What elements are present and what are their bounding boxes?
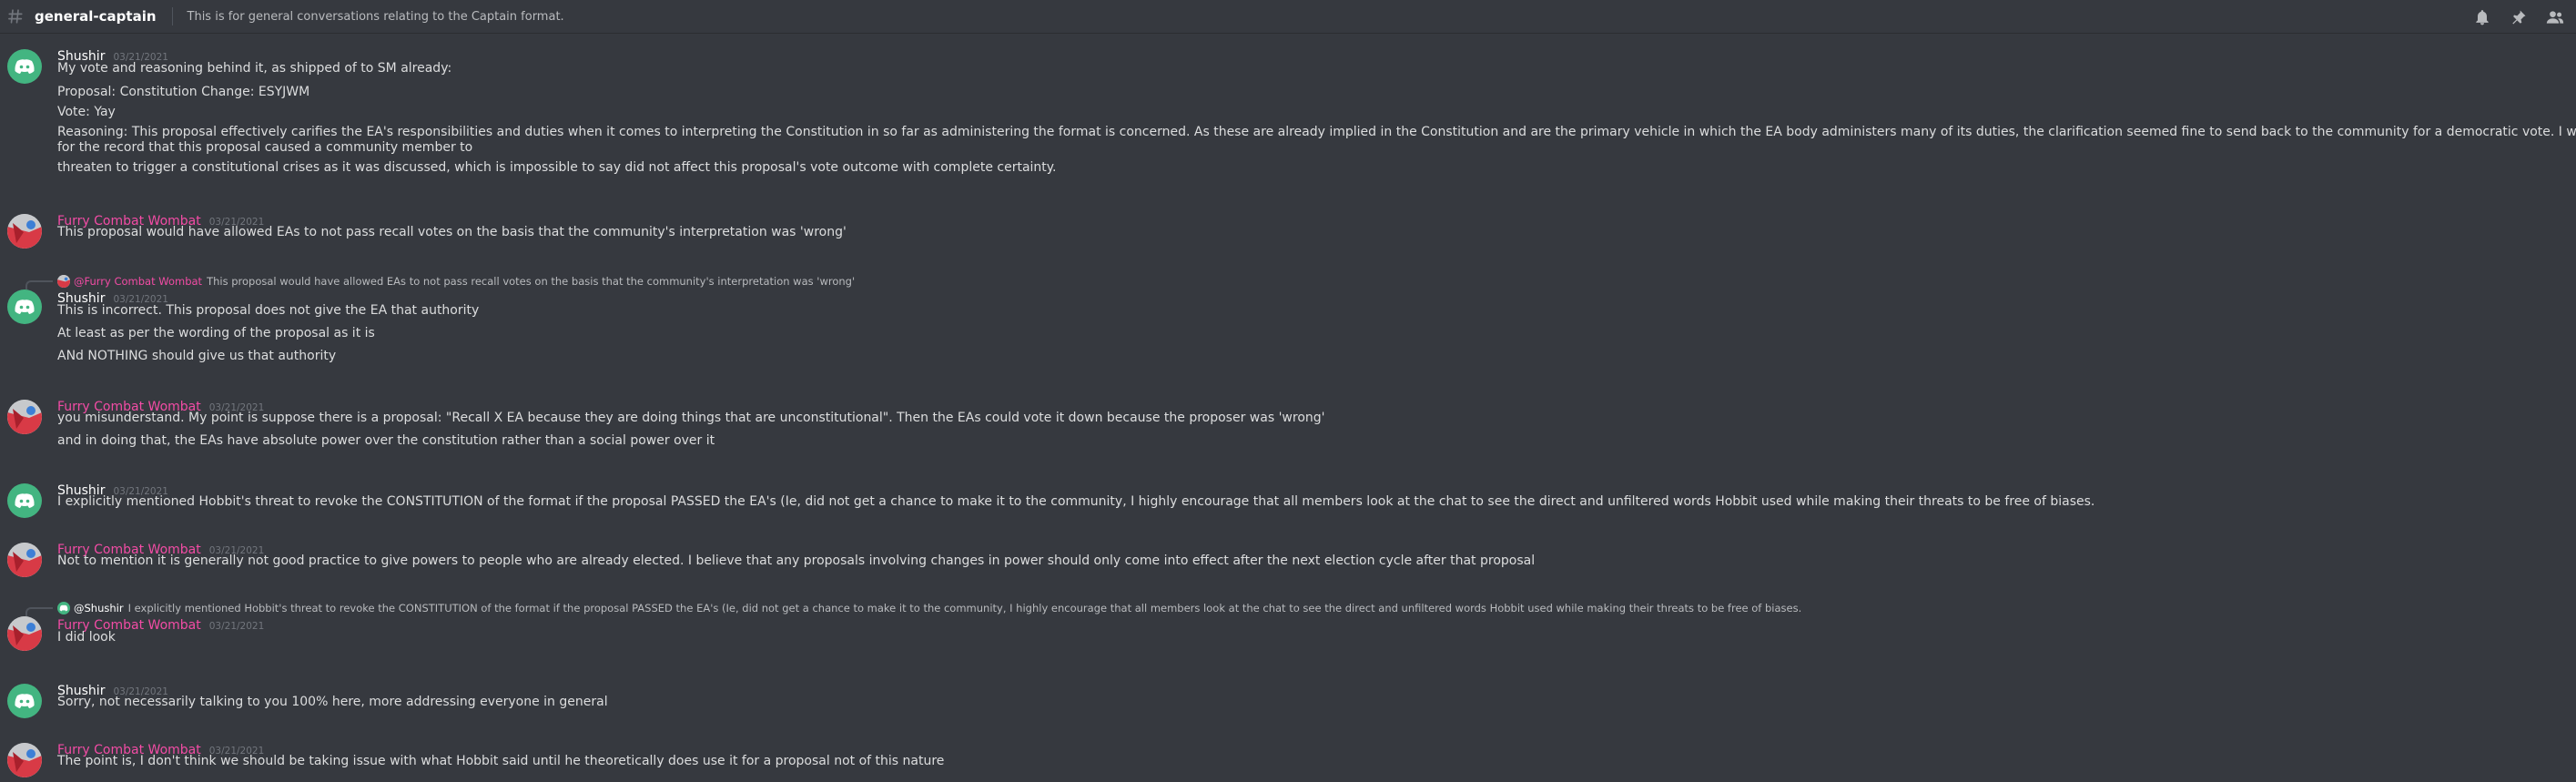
- members-icon[interactable]: [2543, 5, 2567, 29]
- message-line: My vote and reasoning behind it, as ship…: [57, 61, 452, 76]
- channel-topic[interactable]: This is for general conversations relati…: [188, 10, 564, 24]
- header-divider: [171, 7, 173, 25]
- reply-preview[interactable]: @Furry Combat Wombat This proposal would…: [57, 275, 855, 288]
- header-toolbar: [2458, 5, 2567, 29]
- avatar[interactable]: [7, 483, 42, 518]
- reply-spine: [25, 280, 53, 289]
- message-line: The point is, I don't think we should be…: [57, 754, 945, 768]
- reply-mention[interactable]: @Shushir: [74, 602, 124, 614]
- message-line: Not to mention it is generally not good …: [57, 553, 1536, 568]
- avatar[interactable]: [7, 616, 42, 651]
- message-line: At least as per the wording of the propo…: [57, 326, 375, 340]
- reply-avatar: [57, 602, 70, 614]
- message-list: Shushir 03/21/2021 My vote and reasoning…: [0, 34, 2576, 782]
- avatar[interactable]: [7, 743, 42, 777]
- avatar[interactable]: [7, 400, 42, 434]
- reply-text: This proposal would have allowed EAs to …: [207, 275, 856, 288]
- message-line: ANd NOTHING should give us that authorit…: [57, 349, 337, 363]
- avatar[interactable]: [7, 49, 42, 84]
- message-line: Proposal: Constitution Change: ESYJWM: [57, 85, 310, 99]
- avatar[interactable]: [7, 214, 42, 249]
- message-line: This proposal would have allowed EAs to …: [57, 225, 847, 239]
- message-line: Vote: Yay: [57, 105, 116, 119]
- message-line: This is incorrect. This proposal does no…: [57, 303, 480, 318]
- message-line: Sorry, not necessarily talking to you 10…: [57, 695, 608, 709]
- reply-mention[interactable]: @Furry Combat Wombat: [74, 275, 202, 288]
- message-line: Reasoning: This proposal effectively car…: [57, 125, 2576, 139]
- reply-avatar: [57, 275, 70, 288]
- channel-name[interactable]: general-captain: [35, 8, 157, 25]
- message-line: I explicitly mentioned Hobbit's threat t…: [57, 494, 2095, 509]
- reply-preview[interactable]: @Shushir I explicitly mentioned Hobbit's…: [57, 602, 1801, 614]
- pin-icon[interactable]: [2507, 5, 2530, 29]
- avatar[interactable]: [7, 543, 42, 577]
- message-line: you misunderstand. My point is suppose t…: [57, 411, 1325, 425]
- reply-spine: [25, 607, 53, 616]
- message-line: threaten to trigger a constitutional cri…: [57, 160, 1057, 175]
- hash-icon: [7, 5, 25, 27]
- reply-text: I explicitly mentioned Hobbit's threat t…: [127, 602, 1802, 614]
- message-line: I did look: [57, 630, 116, 645]
- bell-icon[interactable]: [2470, 5, 2494, 29]
- avatar[interactable]: [7, 684, 42, 718]
- channel-header: general-captain This is for general conv…: [0, 0, 2576, 34]
- avatar[interactable]: [7, 289, 42, 324]
- message-line: for the record that this proposal caused…: [57, 140, 473, 155]
- timestamp: 03/21/2021: [208, 621, 265, 632]
- message-line: and in doing that, the EAs have absolute…: [57, 433, 715, 448]
